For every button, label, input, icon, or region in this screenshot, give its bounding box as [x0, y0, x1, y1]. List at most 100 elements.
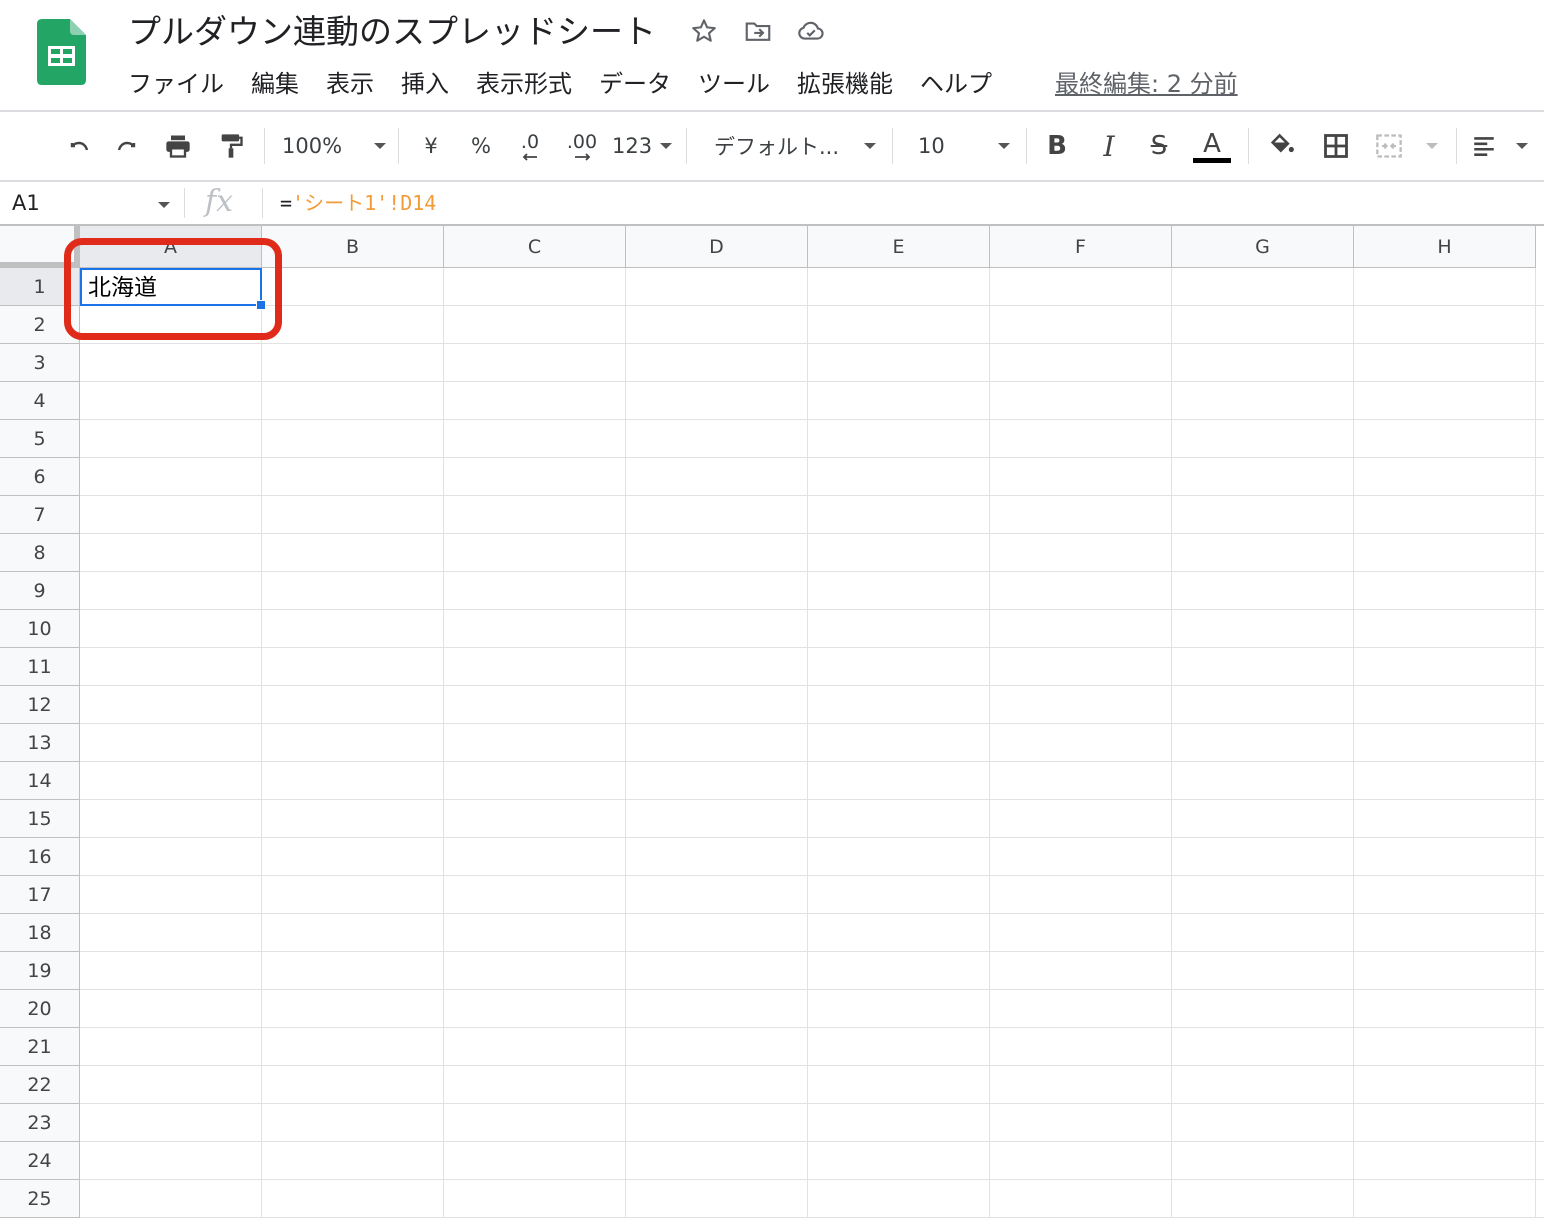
row-header-13[interactable]: 13	[0, 724, 80, 762]
column-header-f[interactable]: F	[990, 226, 1172, 268]
formula-bar: A1 fx ='シート1'!D14	[0, 182, 1544, 224]
menu-file[interactable]: ファイル	[128, 66, 224, 102]
row-gridline	[80, 495, 1544, 496]
row-gridline	[80, 1141, 1544, 1142]
row-gridline	[80, 305, 1544, 306]
formula-separator	[262, 188, 263, 218]
fx-icon: fx	[205, 184, 234, 219]
increase-decimal-button[interactable]: .00	[562, 126, 602, 166]
decrease-decimal-button[interactable]: .0	[512, 126, 548, 166]
menu-tools[interactable]: ツール	[698, 66, 770, 102]
toolbar-separator	[686, 128, 687, 164]
column-header-h[interactable]: H	[1354, 226, 1536, 268]
column-header-g[interactable]: G	[1172, 226, 1354, 268]
formula-reference: 'シート1'!D14	[292, 191, 437, 215]
borders-icon[interactable]	[1318, 126, 1354, 166]
column-gridline	[443, 268, 444, 1218]
menu-insert[interactable]: 挿入	[401, 66, 449, 102]
menu-view[interactable]: 表示	[326, 66, 374, 102]
row-header-14[interactable]: 14	[0, 762, 80, 800]
row-header-10[interactable]: 10	[0, 610, 80, 648]
chevron-down-icon	[1426, 143, 1438, 149]
menu-format[interactable]: 表示形式	[476, 66, 572, 102]
row-header-22[interactable]: 22	[0, 1066, 80, 1104]
row-header-12[interactable]: 12	[0, 686, 80, 724]
font-size-select[interactable]: 10	[918, 126, 1010, 166]
column-header-e[interactable]: E	[808, 226, 990, 268]
row-header-20[interactable]: 20	[0, 990, 80, 1028]
row-header-8[interactable]: 8	[0, 534, 80, 572]
row-header-3[interactable]: 3	[0, 344, 80, 382]
fill-color-icon[interactable]	[1264, 126, 1300, 166]
zoom-select[interactable]: 100%	[282, 126, 386, 166]
arrow-right-icon	[575, 153, 591, 161]
column-gridline	[989, 268, 990, 1218]
undo-icon[interactable]	[58, 126, 98, 166]
column-gridline	[1171, 268, 1172, 1218]
strikethrough-button[interactable]: S	[1142, 126, 1176, 166]
redo-icon[interactable]	[108, 126, 148, 166]
row-header-23[interactable]: 23	[0, 1104, 80, 1142]
toolbar-separator	[264, 128, 265, 164]
row-gridline	[80, 799, 1544, 800]
row-gridline	[80, 951, 1544, 952]
row-gridline	[80, 685, 1544, 686]
last-edit-link[interactable]: 最終編集: 2 分前	[1055, 66, 1238, 102]
percent-format-button[interactable]: %	[466, 126, 496, 166]
number-format-select[interactable]: 123	[612, 126, 672, 166]
align-icon[interactable]	[1470, 126, 1528, 166]
name-box[interactable]: A1	[12, 188, 40, 218]
toolbar-separator	[398, 128, 399, 164]
currency-format-button[interactable]: ¥	[416, 126, 446, 166]
row-header-11[interactable]: 11	[0, 648, 80, 686]
toolbar-separator	[892, 128, 893, 164]
row-header-17[interactable]: 17	[0, 876, 80, 914]
menu-extensions[interactable]: 拡張機能	[797, 66, 893, 102]
row-header-4[interactable]: 4	[0, 382, 80, 420]
row-gridline	[80, 571, 1544, 572]
row-header-24[interactable]: 24	[0, 1142, 80, 1180]
document-title[interactable]: プルダウン連動のスプレッドシート	[128, 10, 656, 54]
font-family-select[interactable]: デフォルト...	[714, 126, 876, 166]
chevron-down-icon[interactable]	[158, 202, 170, 208]
formula-prefix: =	[280, 191, 293, 215]
row-header-7[interactable]: 7	[0, 496, 80, 534]
row-gridline	[80, 913, 1544, 914]
menu-help[interactable]: ヘルプ	[920, 66, 992, 102]
bold-button[interactable]: B	[1040, 126, 1074, 166]
column-gridline	[1535, 268, 1536, 1218]
cloud-status-icon[interactable]	[794, 14, 828, 48]
row-header-21[interactable]: 21	[0, 1028, 80, 1066]
menu-data[interactable]: データ	[599, 66, 671, 102]
formula-input[interactable]: ='シート1'!D14	[280, 188, 436, 218]
merge-cells-icon[interactable]	[1372, 126, 1438, 166]
column-header-b[interactable]: B	[262, 226, 444, 268]
row-gridline	[80, 989, 1544, 990]
paint-format-icon[interactable]	[214, 126, 248, 166]
row-gridline	[80, 609, 1544, 610]
star-icon[interactable]	[687, 14, 721, 48]
column-header-c[interactable]: C	[444, 226, 626, 268]
toolbar: 100% ¥ % .0 .00 123 デフォルト... 10 B I S A	[0, 112, 1544, 180]
sheets-logo-icon[interactable]	[37, 19, 86, 85]
row-header-25[interactable]: 25	[0, 1180, 80, 1218]
row-header-9[interactable]: 9	[0, 572, 80, 610]
row-header-15[interactable]: 15	[0, 800, 80, 838]
row-header-19[interactable]: 19	[0, 952, 80, 990]
row-header-16[interactable]: 16	[0, 838, 80, 876]
italic-button[interactable]: I	[1092, 126, 1126, 166]
row-header-5[interactable]: 5	[0, 420, 80, 458]
row-gridline	[80, 875, 1544, 876]
column-gridline	[625, 268, 626, 1218]
row-gridline	[80, 1065, 1544, 1066]
menu-edit[interactable]: 編集	[251, 66, 299, 102]
column-header-d[interactable]: D	[626, 226, 808, 268]
toolbar-separator	[1026, 128, 1027, 164]
print-icon[interactable]	[160, 126, 196, 166]
row-header-18[interactable]: 18	[0, 914, 80, 952]
text-color-button[interactable]: A	[1192, 126, 1232, 166]
move-folder-icon[interactable]	[741, 14, 775, 48]
annotation-highlight-box	[64, 238, 282, 340]
row-header-6[interactable]: 6	[0, 458, 80, 496]
row-gridline	[80, 457, 1544, 458]
